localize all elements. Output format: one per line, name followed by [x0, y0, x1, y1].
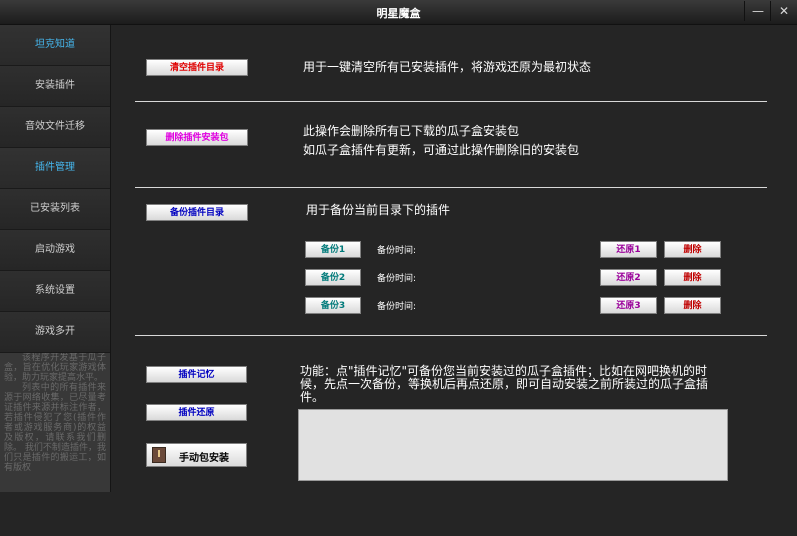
sidebar-item-launch-game[interactable]: 启动游戏 [0, 230, 110, 271]
notice-paragraph-1: 该程序开发基于瓜子盒，旨在优化玩家游戏体验，助力玩家提高水平。 [4, 353, 106, 383]
sidebar-item-tank-knowledge[interactable]: 坦克知道 [0, 25, 110, 66]
backup-3-time-label: 备份时间: [377, 302, 417, 312]
sidebar-item-install-plugins[interactable]: 安装插件 [0, 66, 110, 107]
backup-1-button[interactable]: 备份1 [305, 241, 361, 258]
section-divider [135, 187, 767, 188]
sidebar: 坦克知道 安装插件 音效文件迁移 插件管理 已安装列表 启动游戏 系统设置 游戏… [0, 25, 111, 492]
backup-3-button[interactable]: 备份3 [305, 297, 361, 314]
plugin-restore-button[interactable]: 插件还原 [146, 404, 247, 421]
delete-install-pkg-button[interactable]: 删除插件安装包 [146, 129, 248, 146]
delete-backup-3-button[interactable]: 删除 [664, 297, 721, 314]
sidebar-item-installed-list[interactable]: 已安装列表 [0, 189, 110, 230]
manual-install-label: 手动包安装 [179, 453, 229, 464]
plugin-memory-button[interactable]: 插件记忆 [146, 366, 247, 383]
close-icon: ✕ [778, 4, 790, 18]
sidebar-item-multi-instance[interactable]: 游戏多开 [0, 312, 110, 353]
close-button[interactable]: ✕ [770, 1, 797, 21]
sidebar-item-plugin-management[interactable]: 插件管理 [0, 148, 110, 189]
delete-pkg-desc-line-1: 此操作会删除所有已下载的瓜子盒安装包 [303, 124, 520, 138]
plugin-management-panel: 清空插件目录 用于一键清空所有已安装插件，将游戏还原为最初状态 删除插件安装包 … [111, 25, 797, 536]
restore-1-button[interactable]: 还原1 [600, 241, 657, 258]
section-divider [135, 101, 767, 102]
delete-pkg-desc-line-2: 如瓜子盒插件有更新，可通过此操作删除旧的安装包 [303, 143, 580, 157]
package-icon [152, 447, 166, 463]
restore-2-button[interactable]: 还原2 [600, 269, 657, 286]
clear-plugin-dir-desc: 用于一键清空所有已安装插件，将游戏还原为最初状态 [303, 60, 592, 74]
sidebar-item-system-settings[interactable]: 系统设置 [0, 271, 110, 312]
window-title: 明星魔盒 [376, 7, 421, 20]
delete-backup-1-button[interactable]: 删除 [664, 241, 721, 258]
backup-2-time-label: 备份时间: [377, 274, 417, 284]
clear-plugin-dir-button[interactable]: 清空插件目录 [146, 59, 248, 76]
minimize-icon: — [752, 4, 764, 18]
sidebar-item-sound-migration[interactable]: 音效文件迁移 [0, 107, 110, 148]
title-bar: 明星魔盒 — ✕ [0, 0, 797, 25]
delete-backup-2-button[interactable]: 删除 [664, 269, 721, 286]
minimize-button[interactable]: — [744, 1, 771, 21]
backup-plugin-dir-button[interactable]: 备份插件目录 [146, 204, 248, 221]
plugin-memory-desc: 功能：点"插件记忆"可备份您当前安装过的瓜子盒插件；比如在网吧换机的时候，先点一… [300, 364, 709, 404]
log-textarea[interactable] [298, 409, 728, 481]
manual-package-install-button[interactable]: 手动包安装 [146, 443, 247, 467]
section-divider [135, 335, 767, 336]
backup-dir-desc: 用于备份当前目录下的插件 [306, 203, 451, 217]
restore-3-button[interactable]: 还原3 [600, 297, 657, 314]
sidebar-notice: 该程序开发基于瓜子盒，旨在优化玩家游戏体验，助力玩家提高水平。 列表中的所有插件… [0, 353, 110, 492]
notice-paragraph-2: 列表中的所有插件来源于网络收集，已尽量考证插件来源并标注作者，若插件侵犯了您(插… [4, 383, 106, 473]
backup-1-time-label: 备份时间: [377, 246, 417, 256]
backup-2-button[interactable]: 备份2 [305, 269, 361, 286]
